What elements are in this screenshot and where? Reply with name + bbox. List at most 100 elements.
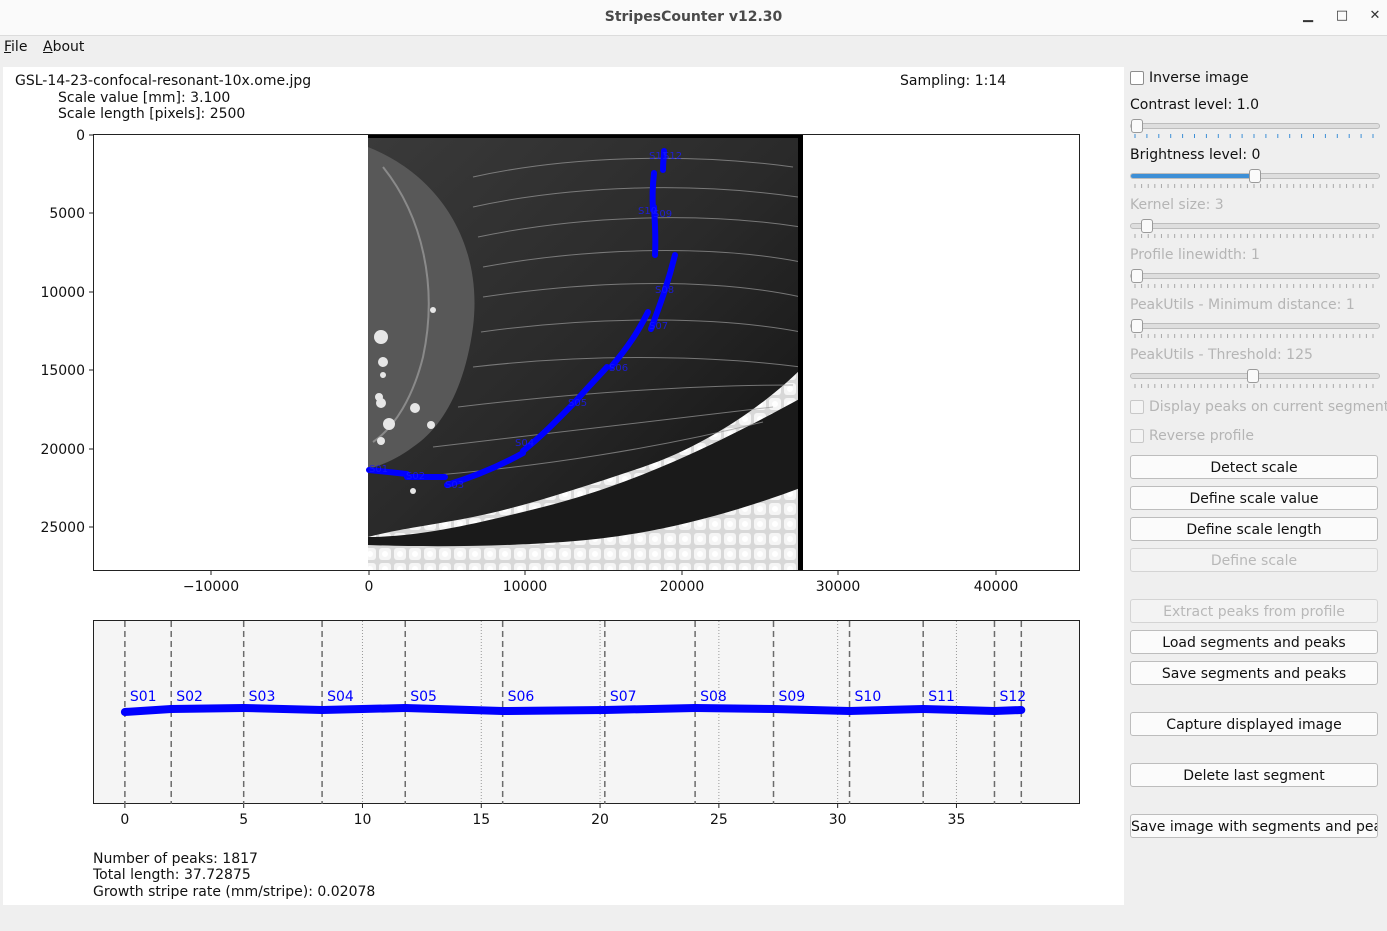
profile-x-tick-label: 25	[710, 812, 728, 828]
profile-x-tick-label: 20	[591, 812, 609, 828]
total-length-label: Total length: 37.72875	[93, 867, 251, 883]
profile-segment-label: S12	[999, 689, 1026, 705]
profile-series-segment	[120, 705, 176, 716]
profile-series-segment	[318, 704, 410, 714]
profile-segment-label: S10	[855, 689, 882, 705]
reverse-profile-checkbox[interactable]	[1130, 429, 1144, 443]
reverse-profile-label: Reverse profile	[1149, 428, 1254, 444]
image-x-ticks	[210, 571, 997, 575]
inverse-image-checkbox[interactable]	[1130, 71, 1144, 85]
maximize-icon[interactable]: □	[1333, 8, 1351, 26]
path-label-s08: S08	[655, 285, 674, 296]
path-label-s10: S10	[638, 206, 657, 217]
profile-x-tick-label: 0	[120, 812, 129, 828]
extract-peaks-button[interactable]: Extract peaks from profile	[1130, 599, 1378, 623]
path-label-s01: S01	[369, 464, 388, 475]
delete-last-segment-button[interactable]: Delete last segment	[1130, 763, 1378, 787]
menu-about-mnemonic: A	[43, 39, 53, 55]
kernel-size-slider[interactable]	[1130, 219, 1380, 233]
contrast-label: Contrast level: 1.0	[1130, 97, 1259, 113]
display-peaks-checkbox[interactable]	[1130, 400, 1144, 414]
path-label-s04: S04	[515, 438, 534, 449]
menu-file-mnemonic: F	[4, 39, 12, 55]
image-x-tick-10000: 10000	[503, 579, 548, 595]
display-peaks-label: Display peaks on current segment	[1149, 399, 1387, 415]
menu-about[interactable]: About	[43, 39, 84, 55]
menu-file[interactable]: File	[4, 39, 27, 55]
profile-x-ticks: 0 5 10 15 20 25 30 35	[120, 804, 965, 828]
contrast-slider-handle[interactable]	[1131, 119, 1143, 133]
min-distance-slider[interactable]	[1130, 319, 1380, 333]
kernel-size-label: Kernel size: 3	[1130, 197, 1224, 213]
image-x-tick-0: 0	[365, 579, 374, 595]
min-distance-ticks	[1134, 334, 1374, 338]
define-scale-value-button[interactable]: Define scale value	[1130, 486, 1378, 510]
profile-x-tick-label: 30	[829, 812, 847, 828]
detect-scale-button[interactable]: Detect scale	[1130, 455, 1378, 479]
image-y-tick-5000: 5000	[49, 206, 85, 222]
capture-image-button[interactable]: Capture displayed image	[1130, 712, 1378, 736]
profile-series-segment	[691, 704, 778, 713]
brightness-slider[interactable]	[1130, 169, 1380, 183]
profile-series-segment	[845, 705, 928, 715]
image-y-tick-10000: 10000	[40, 285, 85, 301]
profile-linewidth-slider[interactable]	[1130, 269, 1380, 283]
image-x-tick-neg10000: −10000	[183, 579, 239, 595]
profile-segment-label: S01	[130, 689, 157, 705]
threshold-label: PeakUtils - Threshold: 125	[1130, 347, 1313, 363]
profile-segment-label: S09	[779, 689, 806, 705]
image-y-tick-25000: 25000	[40, 520, 85, 536]
path-label-s05: S05	[568, 398, 587, 409]
image-x-tick-40000: 40000	[974, 579, 1019, 595]
menu-file-label: ile	[11, 39, 28, 55]
profile-segment-label: S07	[610, 689, 637, 705]
profile-series-segment	[990, 706, 1026, 715]
path-label-s06: S06	[609, 363, 628, 374]
profile-series-segment	[498, 706, 609, 715]
brightness-label: Brightness level: 0	[1130, 147, 1261, 163]
image-x-tick-30000: 30000	[816, 579, 861, 595]
close-icon[interactable]: ✕	[1366, 8, 1384, 26]
inverse-image-label: Inverse image	[1149, 70, 1249, 86]
load-segments-button[interactable]: Load segments and peaks	[1130, 630, 1378, 654]
profile-series-segment	[401, 704, 507, 715]
profile-series-segment	[167, 704, 248, 713]
threshold-slider[interactable]	[1130, 369, 1380, 383]
profile-segment-label: S08	[700, 689, 727, 705]
contrast-ticks	[1134, 134, 1374, 138]
min-distance-slider-handle[interactable]	[1131, 319, 1143, 333]
define-scale-button[interactable]: Define scale	[1130, 548, 1378, 572]
brightness-slider-fill	[1131, 174, 1253, 178]
contrast-slider[interactable]	[1130, 119, 1380, 133]
image-y-ticks	[89, 134, 93, 528]
profile-series-segment	[769, 705, 854, 715]
kernel-size-slider-handle[interactable]	[1141, 219, 1153, 233]
menu-about-label: bout	[52, 39, 85, 55]
threshold-slider-handle[interactable]	[1246, 369, 1259, 383]
path-label-s12: S12	[663, 151, 682, 162]
menu-bar: File About	[0, 36, 1387, 58]
linewidth-ticks	[1134, 284, 1374, 288]
window-title: StripesCounter v12.30	[604, 9, 783, 25]
plot-canvas[interactable]: GSL-14-23-confocal-resonant-10x.ome.jpg …	[3, 67, 1124, 905]
growth-rate-label: Growth stripe rate (mm/stripe): 0.02078	[93, 884, 376, 900]
profile-linewidth-label: Profile linewidth: 1	[1130, 247, 1260, 263]
save-segments-button[interactable]: Save segments and peaks	[1130, 661, 1378, 685]
profile-series-segment	[919, 705, 999, 715]
brightness-ticks	[1134, 184, 1374, 188]
profile-linewidth-slider-handle[interactable]	[1131, 269, 1143, 283]
minimize-icon[interactable]: ▁	[1299, 8, 1317, 26]
profile-segment-label: S06	[508, 689, 535, 705]
image-y-tick-20000: 20000	[40, 442, 85, 458]
path-label-s07: S07	[649, 321, 668, 332]
profile-segment-label: S11	[928, 689, 955, 705]
path-label-s02: S02	[406, 471, 425, 482]
profile-x-tick-label: 5	[239, 812, 248, 828]
threshold-ticks	[1134, 384, 1374, 388]
save-image-button[interactable]: Save image with segments and peaks	[1130, 814, 1378, 838]
brightness-slider-handle[interactable]	[1249, 169, 1261, 183]
profile-series-segment	[600, 704, 700, 714]
define-scale-length-button[interactable]: Define scale length	[1130, 517, 1378, 541]
image-y-tick-0: 0	[76, 128, 85, 144]
kernel-ticks	[1134, 234, 1374, 238]
